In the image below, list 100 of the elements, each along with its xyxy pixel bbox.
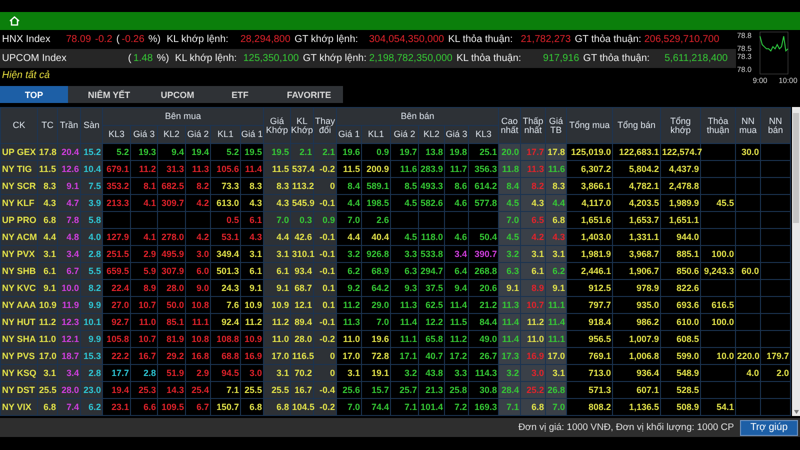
table-cell: 7.1: [210, 382, 240, 398]
table-cell: 682.5: [158, 178, 186, 194]
table-cell: 19.4: [102, 382, 130, 398]
column-header: NN bán: [760, 108, 791, 144]
table-cell: 2.8: [130, 364, 158, 382]
column-header: KL3: [102, 126, 130, 144]
table-cell: 220.0: [736, 348, 761, 364]
stock-code-cell[interactable]: NY TIG: [0, 160, 38, 178]
table-cell: 3.9: [80, 194, 102, 212]
table-cell: 4.1: [130, 228, 158, 246]
stock-code-cell[interactable]: NY ACM: [0, 228, 38, 246]
table-cell: 198.5: [362, 194, 390, 212]
index-line: [760, 36, 788, 52]
stock-code-cell[interactable]: NY PVS: [0, 348, 38, 364]
stock-code-cell[interactable]: UP PRO: [0, 212, 38, 228]
table-cell: 17.0: [546, 348, 567, 364]
table-cell: 0.1: [314, 280, 336, 296]
tab[interactable]: ETF: [205, 86, 275, 103]
table-cell: 493.3: [418, 178, 444, 194]
table-cell: 822.6: [660, 280, 701, 296]
scroll-down-icon[interactable]: [794, 410, 799, 414]
table-cell: 545.9: [290, 194, 314, 212]
table-cell: 16.7: [290, 382, 314, 398]
table-cell: 11.1: [546, 296, 567, 314]
table-cell: 60.0: [736, 262, 761, 280]
table-cell: 610.0: [660, 314, 701, 330]
table-cell: 7.4: [58, 398, 80, 416]
stock-code-cell[interactable]: NY VIX: [0, 398, 38, 416]
table-cell: 885.1: [660, 246, 701, 262]
table-cell: 169.3: [468, 398, 499, 416]
stock-code-cell[interactable]: NY PVX: [0, 246, 38, 262]
table-cell: 0.1: [314, 296, 336, 314]
table-cell: 616.5: [700, 296, 736, 314]
help-button[interactable]: Trợ giúp: [740, 420, 798, 436]
table-cell: 3,866.1: [566, 178, 613, 194]
column-header: Giá 1: [336, 126, 362, 144]
table-cell: 150.7: [210, 398, 240, 416]
table-cell: 73.3: [210, 178, 240, 194]
table-cell: 4.3: [240, 228, 264, 246]
table-cell: 10.0: [700, 348, 736, 364]
column-header: KL1: [210, 126, 240, 144]
show-all-link[interactable]: Hiện tất cả: [0, 68, 736, 83]
stock-code-cell[interactable]: UP GEX: [0, 144, 38, 160]
stock-code-cell[interactable]: NY DST: [0, 382, 38, 398]
stat-label: GT thỏa thuận:: [574, 34, 642, 45]
table-cell: 16.9: [520, 348, 546, 364]
stock-code-cell[interactable]: NY KVC: [0, 280, 38, 296]
tab[interactable]: UPCOM: [150, 86, 205, 103]
stat-value: 5,611,218,400: [663, 53, 728, 64]
table-cell: 20.0: [498, 144, 521, 160]
table-cell: 3.3: [444, 364, 468, 382]
table-cell: 109.5: [158, 398, 186, 416]
stat-value: 125,350,100: [242, 53, 299, 64]
table-cell: 3.1: [336, 364, 362, 382]
stock-code-cell[interactable]: NY AAA: [0, 296, 38, 314]
tab[interactable]: TOP: [0, 86, 68, 103]
table-cell: 495.9: [158, 246, 186, 262]
table-cell: 1,651.6: [566, 212, 613, 228]
stock-code-cell[interactable]: NY KSQ: [0, 364, 38, 382]
table-cell: 2.0: [760, 364, 791, 382]
table-cell: 6.3: [498, 262, 521, 280]
table-cell: 15.3: [80, 348, 102, 364]
tab[interactable]: FAVORITE: [275, 86, 343, 103]
table-cell: 850.6: [660, 262, 701, 280]
table-cell: 508.9: [660, 398, 701, 416]
table-cell: 11.5: [336, 160, 362, 178]
stock-code-cell[interactable]: NY HUT: [0, 314, 38, 330]
table-cell: 19.6: [362, 330, 390, 348]
table-cell: 8.9: [520, 280, 546, 296]
column-header: Tổng bán: [612, 108, 661, 144]
home-icon[interactable]: [9, 16, 20, 26]
tab[interactable]: NIÊM YẾT: [68, 86, 150, 103]
table-cell: 26.7: [468, 348, 499, 364]
table-cell: 7.8: [58, 212, 80, 228]
table-cell: 25.5: [264, 382, 290, 398]
table-cell: 11.0: [130, 314, 158, 330]
table-cell: 200.9: [362, 160, 390, 178]
table-cell: 12.6: [58, 160, 80, 178]
stock-code-cell[interactable]: NY SHA: [0, 330, 38, 348]
table-cell: 31.3: [158, 160, 186, 178]
table-cell: 0.5: [210, 212, 240, 228]
stock-code-cell[interactable]: NY SHB: [0, 262, 38, 280]
stock-code-cell[interactable]: NY KLF: [0, 194, 38, 212]
table-cell: 978.9: [612, 280, 661, 296]
table-cell: 3.0: [520, 364, 546, 382]
stock-code-cell[interactable]: NY SCR: [0, 178, 38, 194]
table-cell: 3.1: [240, 246, 264, 262]
table-cell: 11.3: [520, 160, 546, 178]
paren-text: (: [116, 34, 120, 45]
table-cell: 0: [314, 364, 336, 382]
table-cell: 11.1: [186, 314, 210, 330]
scrollbar[interactable]: [792, 107, 800, 416]
table-cell: 7.2: [444, 398, 468, 416]
stat-label: GT khớp lệnh:: [302, 53, 366, 64]
table-cell: 84.4: [468, 314, 499, 330]
unit-note: Đơn vị giá: 1000 VNĐ, Đơn vị khối lượng: 1000 CP: [518, 422, 734, 433]
table-cell: 23.1: [102, 398, 130, 416]
table-cell: 74.4: [362, 398, 390, 416]
table-cell: 8.3: [240, 178, 264, 194]
table-cell: 92.4: [210, 314, 240, 330]
